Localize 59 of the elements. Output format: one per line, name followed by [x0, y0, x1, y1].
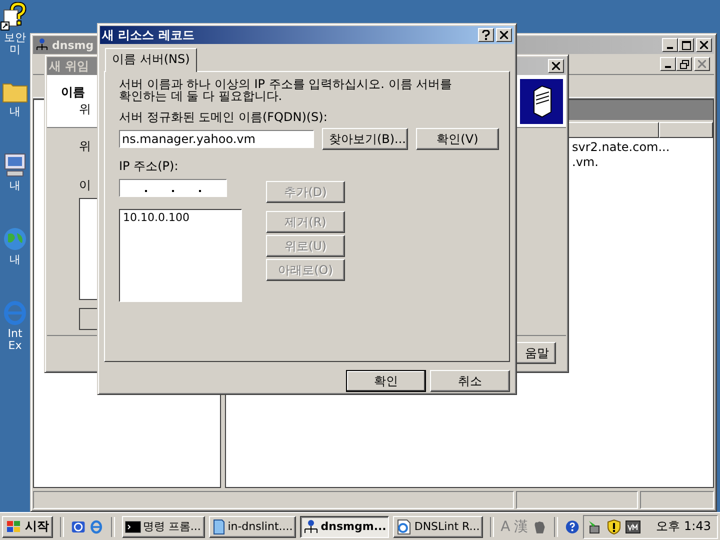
shield-icon[interactable]: [606, 518, 622, 534]
web-document-icon: [396, 518, 412, 534]
desktop-icon-label[interactable]: 내: [10, 254, 20, 266]
network-icon: [302, 518, 319, 534]
field-label: 이: [79, 177, 91, 194]
ok-button[interactable]: 확인: [346, 370, 426, 392]
maximize-icon: [682, 40, 690, 50]
desktop-icon-label[interactable]: Int: [8, 328, 22, 340]
wizard-heading: 이름: [61, 84, 86, 101]
fqdn-field[interactable]: ns.manager.yahoo.vm: [119, 130, 314, 148]
flag-icon: [6, 520, 22, 534]
network-icon: [35, 38, 49, 52]
hand-icon[interactable]: [532, 518, 547, 534]
desktop-icon-label[interactable]: 내: [10, 106, 20, 118]
help-button[interactable]: [478, 28, 494, 42]
column-header[interactable]: [659, 122, 713, 138]
start-button[interactable]: 시작: [2, 516, 53, 538]
taskbar-button[interactable]: DNSLint R...: [393, 516, 483, 538]
field-label: 서버 정규화된 도메인 이름(FQDN)(S):: [119, 109, 328, 126]
close-icon: [698, 60, 706, 68]
minimize-button[interactable]: [660, 57, 676, 71]
ip-address-field[interactable]: [119, 179, 227, 197]
console-icon: [124, 520, 141, 532]
desktop-icon-label[interactable]: 내: [10, 180, 20, 192]
close-icon: [500, 31, 508, 39]
desktop-icon-label[interactable]: 보안: [4, 32, 26, 44]
vm-icon[interactable]: [625, 518, 642, 534]
window-title: dnsmg: [52, 38, 94, 52]
resolve-button[interactable]: 확인(V): [416, 128, 499, 150]
browse-button[interactable]: 찾아보기(B)...: [322, 128, 408, 150]
window-title: 새 리소스 레코드: [102, 26, 194, 44]
taskbar-button[interactable]: dnsmgm...: [300, 516, 390, 538]
tab[interactable]: 이름 서버(NS): [105, 48, 197, 72]
list-row[interactable]: svr2.nate.com...: [572, 140, 713, 155]
close-button[interactable]: [496, 28, 512, 42]
document-icon: [212, 518, 226, 534]
restore-icon: [680, 60, 688, 68]
close-icon: [552, 62, 560, 70]
field-label: 위: [79, 138, 91, 155]
cancel-button[interactable]: 취소: [430, 370, 510, 392]
taskbar-button[interactable]: in-dnslint....: [208, 516, 296, 538]
list-item[interactable]: 10.10.0.100: [123, 211, 238, 224]
question-mark-icon: [482, 30, 490, 40]
taskbar-button[interactable]: 명령 프롬...: [122, 516, 205, 538]
field-label: IP 주소(P):: [119, 158, 180, 175]
description-text: 서버 이름과 하나 이상의 IP 주소를 입력하십시오. 이름 서버를 확인하는 데 둘 다 필요합니다.: [119, 78, 454, 102]
server-icon: [520, 78, 563, 124]
browser-icon[interactable]: [89, 518, 104, 534]
close-button[interactable]: [694, 57, 710, 71]
help-icon[interactable]: [564, 518, 580, 534]
desktop-icon-label[interactable]: Ex: [8, 340, 22, 352]
list-row[interactable]: .vm.: [572, 155, 713, 170]
wizard-subheading: 위: [78, 101, 91, 118]
close-icon: [700, 41, 708, 49]
restore-button[interactable]: [676, 57, 692, 71]
desktop-icon-label[interactable]: 미: [10, 44, 20, 56]
clock[interactable]: 오후 1:43: [656, 518, 711, 535]
window-title: 새 위임: [49, 58, 90, 74]
desktop-shortcut-icon[interactable]: [70, 518, 86, 534]
